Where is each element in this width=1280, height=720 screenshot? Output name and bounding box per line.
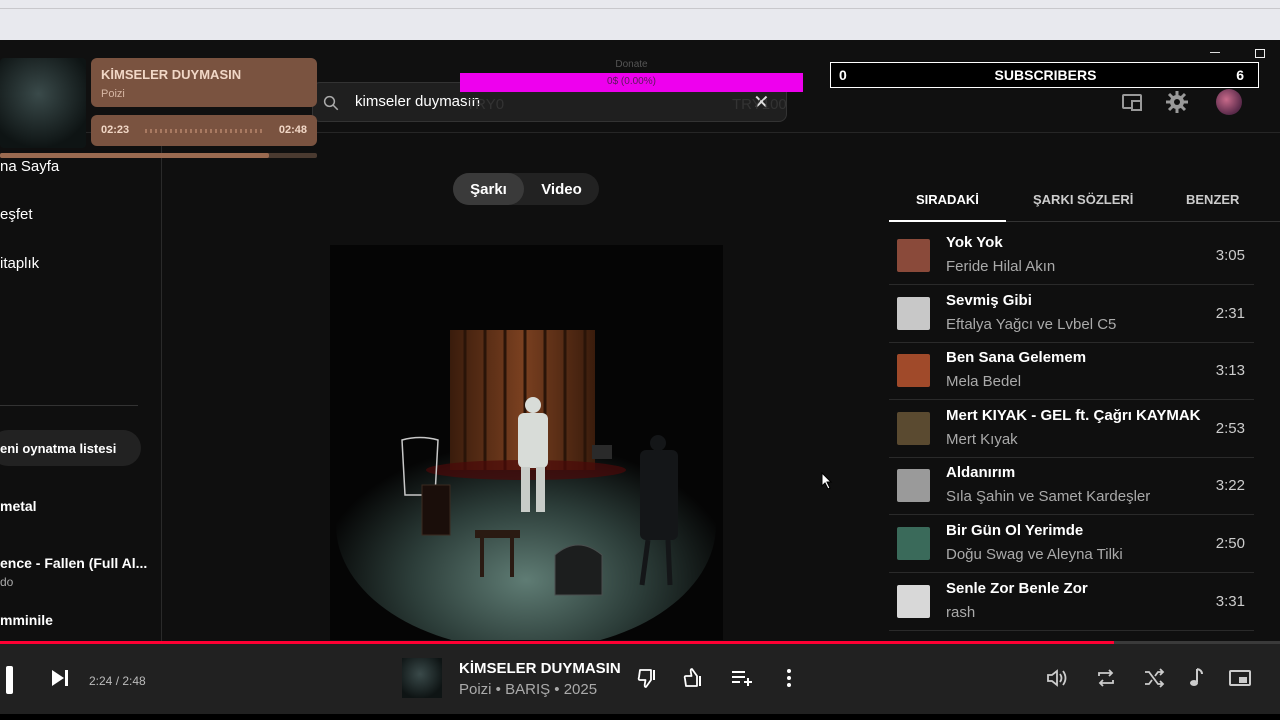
subscribers-counter: 0 SUBSCRIBERS 6 — [830, 62, 1259, 88]
player-time: 2:24 / 2:48 — [89, 674, 146, 688]
queue-item-title: Sevmiş Gibi — [946, 291, 1032, 309]
donate-max: TRY100 — [732, 96, 787, 113]
window-maximize-button[interactable] — [1255, 49, 1265, 58]
overlay-song-artist: Poizi — [101, 88, 125, 100]
overlay-elapsed: 02:23 — [101, 124, 130, 136]
search-input[interactable]: kimseler duymasın — [355, 93, 480, 110]
queue-item-title: Mert KIYAK - GEL ft. Çağrı KAYMAK — [946, 406, 1201, 424]
tab-lyrics[interactable]: ŞARKI SÖZLERİ — [1033, 192, 1133, 207]
queue-item[interactable]: Yok Yok Feride Hilal Akın 3:05 — [889, 228, 1254, 285]
overlay-waveform — [145, 129, 265, 133]
donate-percent: 0$ (0.00%) — [607, 76, 656, 87]
queue-item[interactable]: Aldanırım Sıla Şahin ve Samet Kardeşler 3:… — [889, 458, 1254, 516]
right-panel-tabs: SIRADAKİ ŞARKI SÖZLERİ BENZER — [889, 180, 1280, 222]
queue-item[interactable]: Mert KIYAK - GEL ft. Çağrı KAYMAK Mert Kı… — [889, 401, 1254, 458]
queue-item[interactable]: Bir Gün Ol Yerimde Doğu Swag ve Aleyna Ti… — [889, 516, 1254, 573]
album-art — [330, 245, 723, 640]
queue-item-duration: 2:50 — [1215, 535, 1245, 552]
queue-item-artist: Feride Hilal Akın — [946, 258, 1056, 275]
overlay-progress-card: 02:23 02:48 — [91, 115, 317, 146]
tab-up-next[interactable]: SIRADAKİ — [916, 192, 979, 207]
like-icon[interactable] — [682, 666, 706, 690]
queue-item-duration: 3:31 — [1215, 592, 1245, 610]
queue-item-duration: 3:13 — [1215, 362, 1245, 380]
queue-item-artist: Mert Kıyak — [946, 430, 1018, 448]
queue-item-title: Senle Zor Benle Zor — [946, 579, 1088, 597]
donate-min: TRY0 — [466, 96, 505, 113]
queue-item-thumbnail — [897, 527, 930, 560]
queue-item[interactable]: Senle Zor Benle Zor rash 3:31 — [889, 574, 1254, 631]
player-title[interactable]: KİMSELER DUYMASIN — [459, 660, 621, 677]
queue-list: Yok Yok Feride Hilal Akın 3:05 Sevmiş Gibi E… — [889, 228, 1254, 640]
queue-item-thumbnail — [897, 354, 930, 388]
donate-goal-bar: Donate 0$ (0.00%) — [460, 59, 803, 92]
player-subtitle[interactable]: Poizi • BARIŞ • 2025 — [459, 681, 597, 698]
overlay-album-thumbnail — [0, 58, 86, 148]
queue-item-artist: Doğu Swag ve Aleyna Tilki — [946, 546, 1123, 563]
queue-item-duration: 2:31 — [1215, 304, 1245, 322]
window-minimize-button[interactable] — [1210, 52, 1220, 53]
donate-label: Donate — [615, 59, 648, 70]
queue-item-thumbnail — [897, 239, 930, 272]
overlay-now-playing-card: KİMSELER DUYMASIN Poizi — [91, 58, 317, 107]
sidebar-divider — [0, 405, 138, 406]
player-thumbnail — [402, 658, 442, 698]
queue-item-thumbnail — [897, 584, 930, 618]
queue-item-artist: Sıla Şahin ve Samet Kardeşler — [946, 488, 1151, 506]
queue-item-title: Bir Gün Ol Yerimde — [946, 522, 1084, 539]
gear-icon[interactable] — [1165, 90, 1189, 114]
queue-item-thumbnail — [897, 411, 930, 445]
tab-song[interactable]: Şarkı — [453, 173, 524, 205]
overlay-total: 02:48 — [278, 124, 307, 136]
music-note-icon[interactable] — [1183, 666, 1207, 690]
volume-icon[interactable] — [1045, 666, 1069, 690]
player-bar: 2:24 / 2:48 KİMSELER DUYMASIN Poizi • BA… — [0, 644, 1280, 714]
overlay-progress-bar — [0, 153, 317, 158]
subscribers-label: SUBSCRIBERS — [994, 67, 1097, 83]
overlay-song-title: KİMSELER DUYMASIN — [101, 67, 242, 82]
new-playlist-button[interactable]: eni oynatma listesi — [0, 430, 141, 466]
queue-item-thumbnail — [897, 469, 930, 503]
sidebar-playlist-item[interactable]: ence - Fallen (Full Al... — [0, 555, 147, 571]
queue-item-thumbnail — [897, 296, 930, 330]
sidebar-item-library[interactable]: itaplık — [0, 255, 39, 272]
search-icon — [323, 95, 339, 111]
more-icon[interactable] — [777, 666, 801, 690]
shuffle-icon[interactable] — [1142, 666, 1166, 690]
song-video-toggle: Şarkı Video — [453, 173, 599, 205]
queue-item-duration: 2:53 — [1215, 419, 1245, 437]
queue-item-artist: Eftalya Yağcı ve Lvbel C5 — [946, 315, 1117, 333]
sidebar-item-explore[interactable]: eşfet — [0, 206, 33, 223]
queue-item[interactable]: Ben Sana Gelemem Mela Bedel 3:13 — [889, 343, 1254, 401]
tab-related[interactable]: BENZER — [1186, 192, 1239, 207]
sidebar-item-home[interactable]: na Sayfa — [0, 158, 59, 175]
sidebar-playlist-subtitle: do — [0, 575, 14, 589]
next-icon[interactable] — [48, 666, 72, 690]
queue-item-title: Aldanırım — [946, 464, 1016, 482]
sidebar: na Sayfa eşfet itaplık eni oynatma liste… — [0, 134, 162, 680]
tab-video[interactable]: Video — [524, 173, 599, 205]
avatar[interactable] — [1216, 89, 1242, 115]
queue-item-duration: 3:05 — [1215, 247, 1245, 264]
sidebar-playlist-item[interactable]: metal — [0, 498, 37, 514]
queue-item-duration: 3:22 — [1215, 477, 1245, 495]
queue-item-artist: Mela Bedel — [946, 373, 1022, 391]
queue-item-title: Yok Yok — [946, 234, 1003, 251]
dislike-icon[interactable] — [636, 666, 660, 690]
add-to-queue-icon[interactable] — [730, 666, 754, 690]
miniplayer-icon[interactable] — [1228, 666, 1252, 690]
repeat-icon[interactable] — [1094, 666, 1118, 690]
browser-top-strip — [0, 0, 1280, 40]
queue-item-artist: rash — [946, 603, 976, 621]
cast-icon[interactable] — [1120, 90, 1144, 114]
taskbar-strip — [0, 714, 1280, 720]
queue-item[interactable]: Sevmiş Gibi Eftalya Yağcı ve Lvbel C5 2:31 — [889, 286, 1254, 343]
mouse-cursor-icon — [821, 472, 833, 490]
sidebar-playlist-item[interactable]: mminile — [0, 612, 53, 628]
active-tab-indicator — [889, 220, 1006, 222]
subscribers-right-value: 6 — [1236, 67, 1244, 83]
play-pause-button[interactable] — [6, 666, 13, 694]
queue-item-title: Ben Sana Gelemem — [946, 349, 1087, 367]
